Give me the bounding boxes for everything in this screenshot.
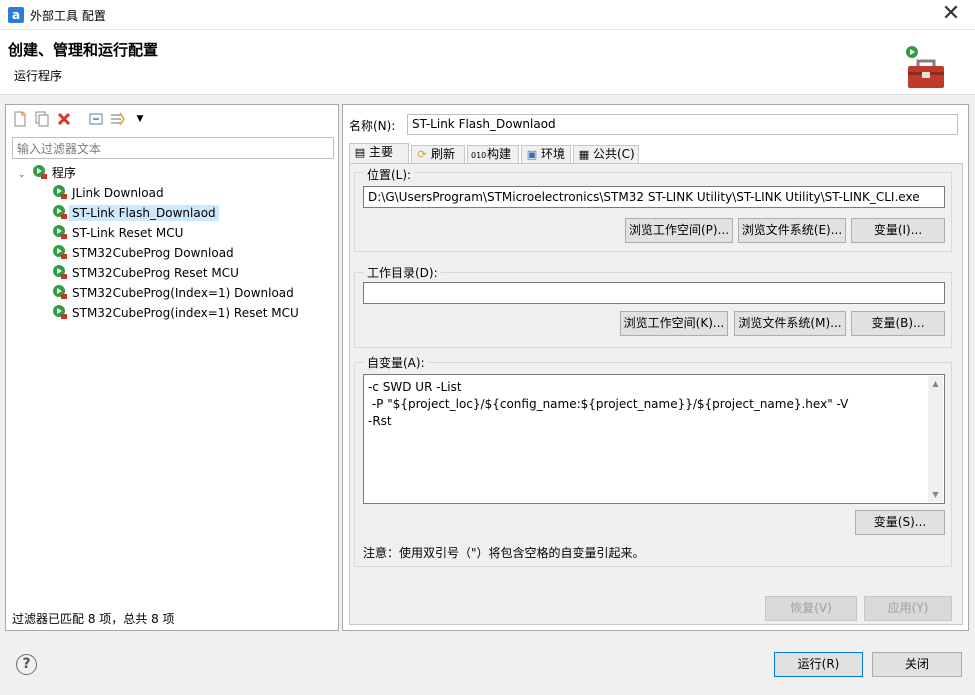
close-button[interactable]: 关闭	[872, 652, 962, 677]
tree-item-label: ST-Link Flash_Downlaod	[69, 205, 219, 221]
revert-button[interactable]: 恢复(V)	[765, 596, 857, 621]
browse-filesystem-button[interactable]: 浏览文件系统(E)...	[738, 218, 846, 243]
variables-button[interactable]: 变量(B)...	[851, 311, 945, 336]
tree-item-label: STM32CubeProg(index=1) Reset MCU	[72, 306, 299, 320]
close-window-button[interactable]: ✕	[939, 2, 963, 26]
workdir-label: 工作目录(D):	[364, 264, 441, 281]
tree-root-label: 程序	[51, 166, 76, 180]
build-tab-icon: 010	[471, 151, 487, 160]
program-launch-icon	[53, 205, 67, 219]
app-icon: a	[8, 7, 24, 23]
tree-item[interactable]: STM32CubeProg Reset MCU	[52, 263, 239, 283]
dialog-subtitle: 运行程序	[14, 69, 63, 83]
program-launch-icon	[53, 265, 67, 279]
configuration-editor: 名称(N): ST-Link Flash_Downlaod ▤ 主要 ⟳ 刷新 01…	[342, 104, 969, 631]
window-title: 外部工具 配置	[30, 9, 106, 23]
browse-filesystem-button[interactable]: 浏览文件系统(M)...	[734, 311, 846, 336]
scroll-up-arrow-icon[interactable]: ▲	[928, 376, 943, 391]
run-button[interactable]: 运行(R)	[774, 652, 863, 677]
tree-root-program[interactable]: ⌄ 程序	[18, 163, 76, 183]
arguments-text: -c SWD UR -List -P "${project_loc}/${con…	[368, 380, 849, 428]
arguments-label: 自变量(A):	[364, 354, 428, 371]
tab-refresh[interactable]: ⟳ 刷新	[411, 145, 465, 163]
main-tab-icon: ▤	[354, 146, 366, 159]
expand-chevron-icon[interactable]: ⌄	[18, 165, 28, 185]
location-input[interactable]: D:\G\UsersProgram\STMicroelectronics\STM…	[363, 186, 945, 208]
filter-icon[interactable]	[110, 111, 126, 127]
tree-item-label: ST-Link Reset MCU	[72, 226, 184, 240]
tree-item-label: JLink Download	[72, 186, 164, 200]
tab-environment[interactable]: ▣ 环境	[521, 145, 571, 163]
tree-item[interactable]: STM32CubeProg(Index=1) Download	[52, 283, 294, 303]
tab-bar: ▤ 主要 ⟳ 刷新 010构建 ▣ 环境 ▦ 公共(C)	[349, 143, 963, 164]
tab-build[interactable]: 010构建	[467, 145, 519, 163]
common-tab-icon: ▦	[578, 148, 590, 161]
tree-item-label: STM32CubeProg(Index=1) Download	[72, 286, 294, 300]
tree-item-label: STM32CubeProg Download	[72, 246, 234, 260]
apply-button[interactable]: 应用(Y)	[864, 596, 952, 621]
name-label: 名称(N):	[349, 119, 396, 133]
tree-item[interactable]: STM32CubeProg Download	[52, 243, 234, 263]
collapse-all-icon[interactable]	[88, 111, 104, 127]
filter-status-text: 过滤器已匹配 8 项，总共 8 项	[12, 612, 175, 626]
program-launch-icon	[32, 165, 47, 179]
main-tab-body: 位置(L): D:\G\UsersProgram\STMicroelectron…	[349, 163, 963, 625]
workdir-input[interactable]	[363, 282, 945, 304]
arguments-textarea[interactable]: -c SWD UR -List -P "${project_loc}/${con…	[363, 374, 945, 504]
delete-icon[interactable]	[56, 111, 72, 127]
view-menu-chevron-down-icon[interactable]: ▼	[132, 111, 148, 127]
tree-item-label: STM32CubeProg Reset MCU	[72, 266, 239, 280]
program-launch-icon	[53, 305, 67, 319]
variables-button[interactable]: 变量(S)...	[855, 510, 945, 535]
tab-main[interactable]: ▤ 主要	[349, 143, 409, 164]
duplicate-icon[interactable]	[34, 111, 50, 127]
tree-item[interactable]: ST-Link Reset MCU	[52, 223, 183, 243]
external-tools-toolbox-icon	[906, 46, 944, 88]
new-configuration-icon[interactable]	[12, 111, 28, 127]
program-launch-icon	[53, 225, 67, 239]
dialog-header: 创建、管理和运行配置 运行程序	[0, 30, 975, 95]
name-input[interactable]: ST-Link Flash_Downlaod	[407, 114, 958, 135]
browse-workspace-button[interactable]: 浏览工作空间(K)...	[620, 311, 728, 336]
filter-input[interactable]: 输入过滤器文本	[12, 137, 334, 159]
location-label: 位置(L):	[364, 166, 415, 183]
program-launch-icon	[53, 185, 67, 199]
program-launch-icon	[53, 285, 67, 299]
help-icon[interactable]: ?	[16, 654, 37, 675]
tree-item-selected[interactable]: ST-Link Flash_Downlaod	[52, 203, 219, 223]
dialog-title: 创建、管理和运行配置	[8, 41, 159, 59]
arguments-scrollbar[interactable]: ▲ ▼	[928, 376, 943, 502]
variables-button[interactable]: 变量(I)...	[851, 218, 945, 243]
scroll-down-arrow-icon[interactable]: ▼	[928, 487, 943, 502]
title-bar: a 外部工具 配置 ✕	[0, 0, 975, 30]
browse-workspace-button[interactable]: 浏览工作空间(P)...	[625, 218, 733, 243]
tab-common[interactable]: ▦ 公共(C)	[573, 145, 639, 163]
tree-item[interactable]: JLink Download	[52, 183, 164, 203]
program-launch-icon	[53, 245, 67, 259]
tree-item[interactable]: STM32CubeProg(index=1) Reset MCU	[52, 303, 299, 323]
refresh-tab-icon: ⟳	[417, 148, 427, 161]
arguments-note: 注意：使用双引号（"）将包含空格的自变量引起来。	[363, 546, 645, 560]
environment-tab-icon: ▣	[526, 148, 538, 161]
configurations-panel: ▼ 输入过滤器文本 ⌄ 程序 JLink Download ST-Link Fl…	[5, 104, 339, 631]
